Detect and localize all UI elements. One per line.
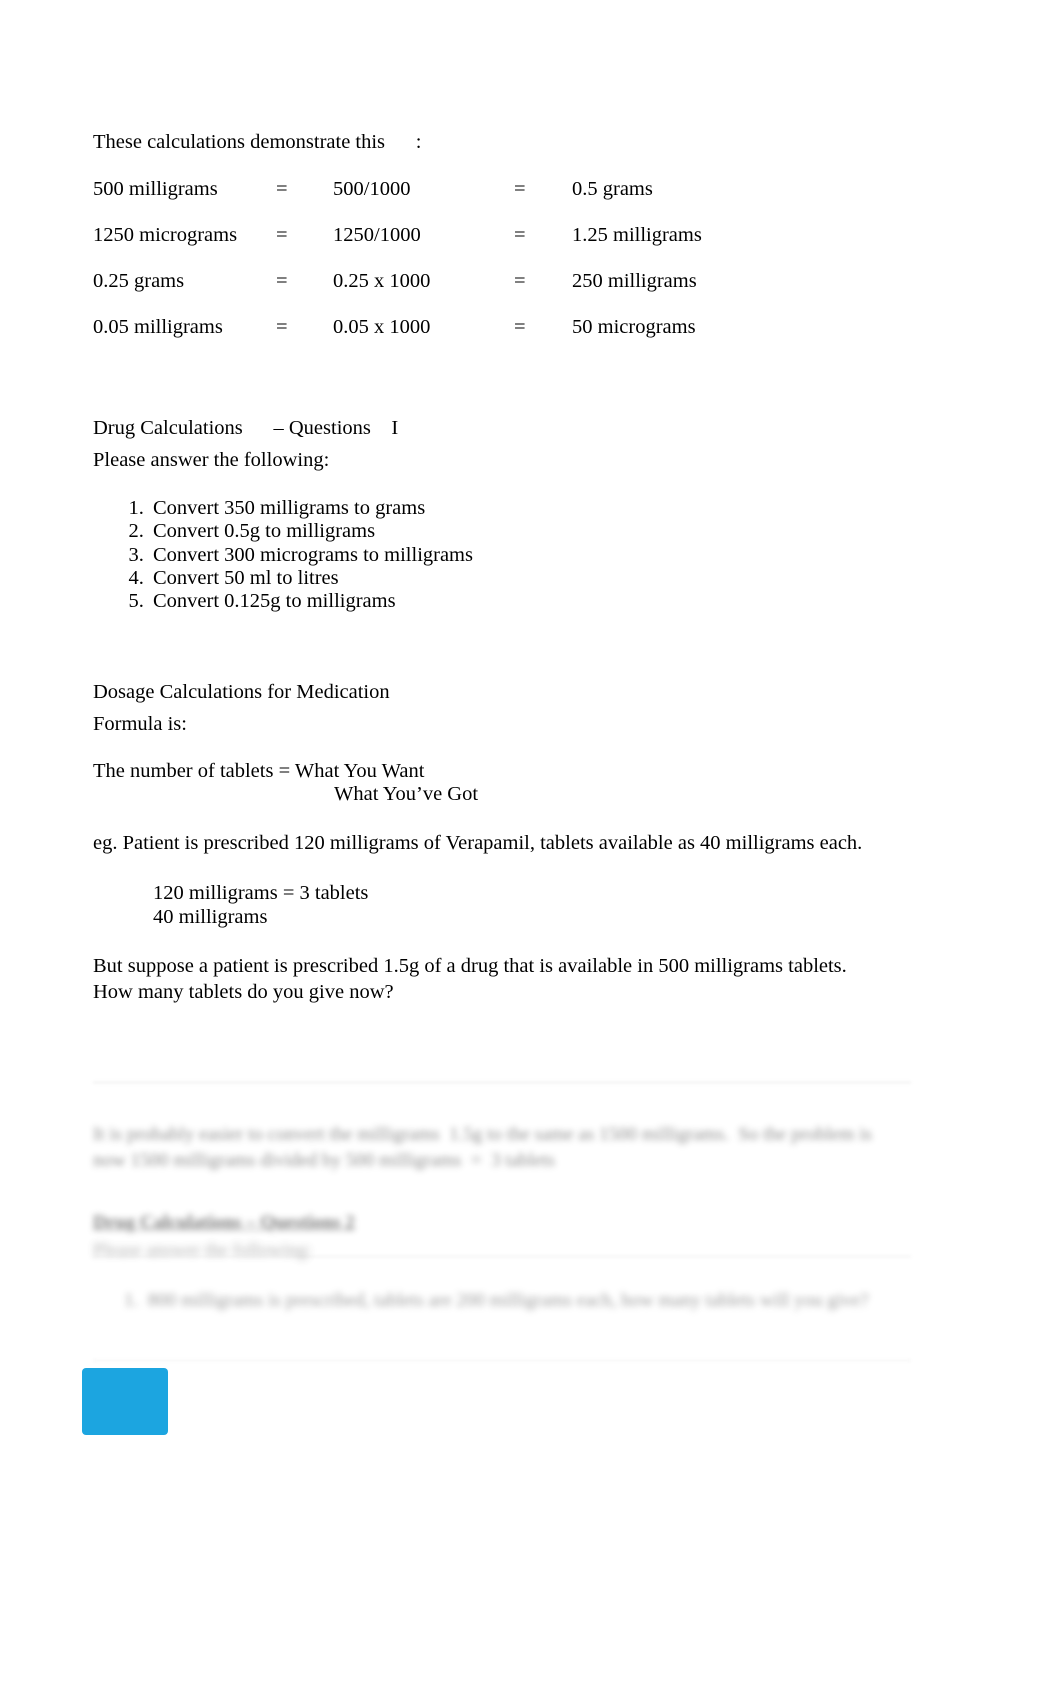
example-paragraph: eg. Patient is prescribed 120 milligrams… — [93, 832, 863, 855]
blurred-paragraph: It is probably easier to convert the mil… — [93, 1124, 877, 1171]
conversion-row: 500 milligrams = 500/1000 = 0.5 grams — [93, 178, 883, 224]
conversion-from: 0.25 grams — [93, 270, 185, 293]
list-item: Convert 350 milligrams to grams — [149, 497, 883, 520]
blurred-list-item: 1. 800 milligrams is prescribed, tablets… — [124, 1290, 869, 1311]
formula-numerator: The number of tablets = What You Want — [93, 760, 425, 783]
conversion-to: 50 micrograms — [572, 316, 696, 339]
equals-sign: = — [514, 178, 526, 201]
conversion-from: 500 milligrams — [93, 178, 218, 201]
example-calc-line-1: 120 milligrams = 3 tablets — [153, 881, 369, 904]
equals-sign: = — [276, 224, 288, 247]
questions-instruction: Please answer the following: — [93, 449, 330, 472]
page-divider-line — [93, 1082, 911, 1083]
equals-sign: = — [276, 270, 288, 293]
conversion-to: 1.25 milligrams — [572, 224, 702, 247]
conversion-work: 0.05 x 1000 — [333, 316, 431, 339]
closing-paragraph: But suppose a patient is prescribed 1.5g… — [93, 954, 852, 1004]
conversion-to: 250 milligrams — [572, 270, 697, 293]
conversion-work: 500/1000 — [333, 178, 411, 201]
conversion-work: 0.25 x 1000 — [333, 270, 431, 293]
page-divider-line — [93, 1360, 911, 1361]
intro-line: These calculations demonstrate this : — [93, 131, 422, 153]
conversion-to: 0.5 grams — [572, 178, 653, 201]
list-item: Convert 0.125g to milligrams — [149, 590, 883, 613]
equals-sign: = — [276, 316, 288, 339]
questions-list: Convert 350 milligrams to grams Convert … — [93, 497, 883, 614]
equals-sign: = — [276, 178, 288, 201]
document-content: These calculations demonstrate this : 50… — [93, 0, 883, 1005]
document-page: These calculations demonstrate this : 50… — [0, 0, 1062, 1689]
conversion-row: 0.05 milligrams = 0.05 x 1000 = 50 micro… — [93, 316, 883, 362]
conversion-from: 1250 micrograms — [93, 224, 238, 247]
dosage-heading: Dosage Calculations for Medication — [93, 680, 390, 703]
page-divider-line — [93, 1256, 911, 1257]
list-item: Convert 50 ml to litres — [149, 567, 883, 590]
conversion-row: 0.25 grams = 0.25 x 1000 = 250 milligram… — [93, 270, 883, 316]
list-item: Convert 300 micrograms to milligrams — [149, 544, 883, 567]
conversion-row: 1250 micrograms = 1250/1000 = 1.25 milli… — [93, 224, 883, 270]
questions-heading: Drug Calculations – Questions I — [93, 417, 399, 440]
conversion-work: 1250/1000 — [333, 224, 421, 247]
formula-label: Formula is: — [93, 713, 187, 736]
formula-denominator: What You’ve Got — [334, 783, 479, 806]
blurred-subline: Please answer the following: — [93, 1240, 312, 1261]
blue-highlight-box — [82, 1368, 168, 1435]
equals-sign: = — [514, 270, 526, 293]
conversion-from: 0.05 milligrams — [93, 316, 223, 339]
blurred-heading: Drug Calculations – Questions 2 — [93, 1212, 355, 1233]
example-calc-line-2: 40 milligrams — [153, 905, 268, 928]
equals-sign: = — [514, 224, 526, 247]
list-item: Convert 0.5g to milligrams — [149, 520, 883, 543]
equals-sign: = — [514, 316, 526, 339]
